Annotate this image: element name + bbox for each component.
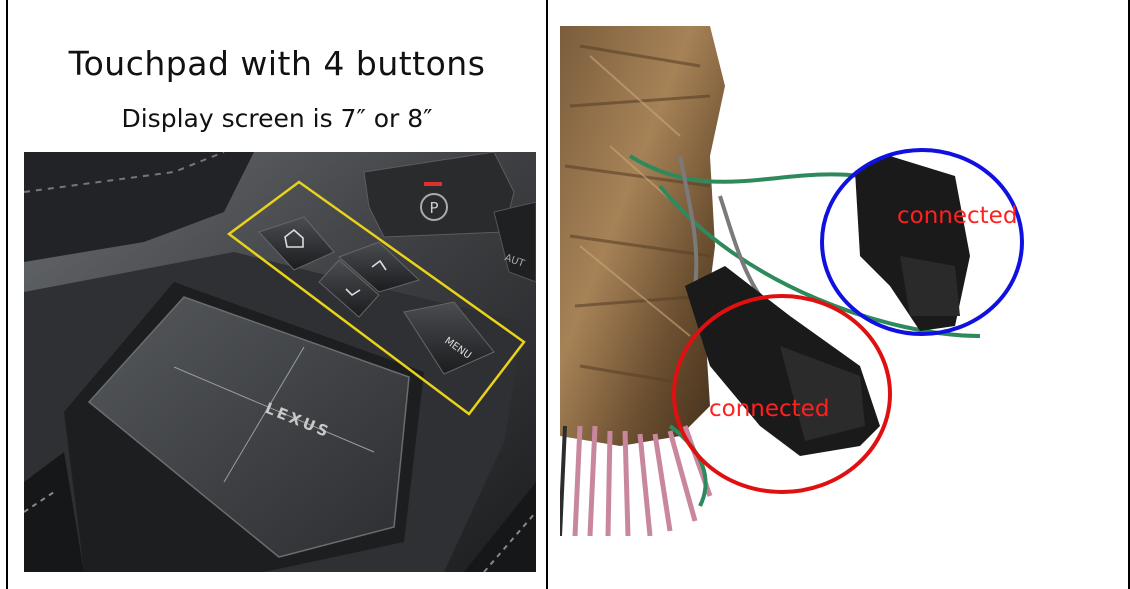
tape-wrapped-harness	[560, 26, 725, 446]
svg-text:P: P	[429, 199, 438, 217]
connector-photo: connected connected	[560, 26, 1106, 536]
left-title: Touchpad with 4 buttons	[68, 44, 486, 83]
connected-label-top: connected	[897, 203, 1017, 229]
touchpad-illustration: P AUT LEXUS MENU	[24, 152, 536, 572]
connector-illustration: connected connected	[560, 26, 1106, 536]
left-cell: Touchpad with 4 buttons Display screen i…	[8, 0, 546, 589]
left-subtitle: Display screen is 7″ or 8″	[121, 104, 433, 133]
connected-label-bottom: connected	[709, 396, 829, 422]
touchpad-photo: P AUT LEXUS MENU	[24, 152, 536, 572]
right-cell: connected connected	[548, 0, 1124, 589]
